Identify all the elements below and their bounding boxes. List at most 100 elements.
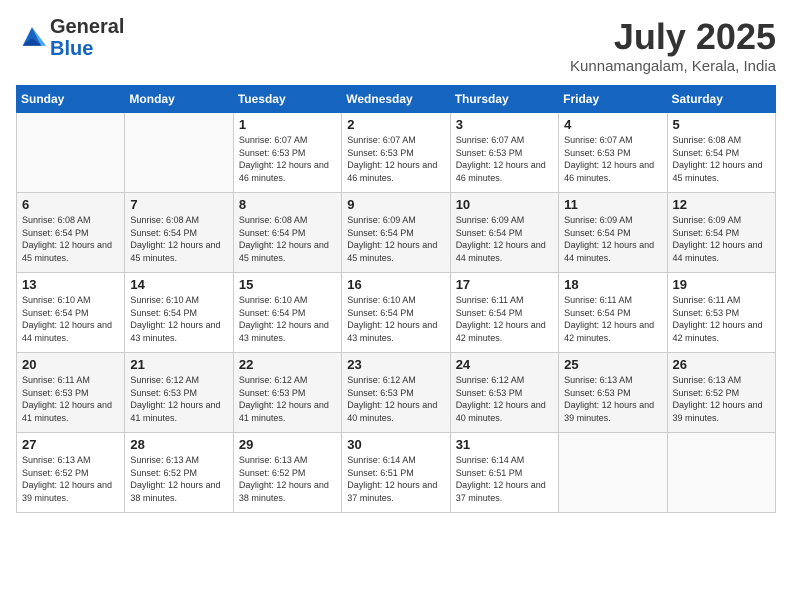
sunset: Sunset: 6:53 PM xyxy=(130,387,227,400)
sunset: Sunset: 6:53 PM xyxy=(564,147,661,160)
sunrise: Sunrise: 6:08 AM xyxy=(22,214,119,227)
daylight: Daylight: 12 hours and 43 minutes. xyxy=(239,319,336,344)
calendar-cell: 18 Sunrise: 6:11 AM Sunset: 6:54 PM Dayl… xyxy=(559,273,667,353)
day-number: 4 xyxy=(564,117,661,132)
daylight: Daylight: 12 hours and 44 minutes. xyxy=(22,319,119,344)
calendar-table: SundayMondayTuesdayWednesdayThursdayFrid… xyxy=(16,85,776,513)
calendar-cell: 12 Sunrise: 6:09 AM Sunset: 6:54 PM Dayl… xyxy=(667,193,775,273)
day-number: 8 xyxy=(239,197,336,212)
cell-content: Sunrise: 6:11 AM Sunset: 6:53 PM Dayligh… xyxy=(673,294,770,344)
cell-content: Sunrise: 6:08 AM Sunset: 6:54 PM Dayligh… xyxy=(130,214,227,264)
sunset: Sunset: 6:54 PM xyxy=(347,227,444,240)
cell-content: Sunrise: 6:14 AM Sunset: 6:51 PM Dayligh… xyxy=(456,454,553,504)
day-number: 10 xyxy=(456,197,553,212)
sunrise: Sunrise: 6:08 AM xyxy=(239,214,336,227)
calendar-cell xyxy=(559,433,667,513)
sunset: Sunset: 6:54 PM xyxy=(22,307,119,320)
weekday-header: Sunday xyxy=(17,86,125,113)
weekday-header: Monday xyxy=(125,86,233,113)
day-number: 17 xyxy=(456,277,553,292)
sunrise: Sunrise: 6:11 AM xyxy=(456,294,553,307)
sunrise: Sunrise: 6:12 AM xyxy=(239,374,336,387)
day-number: 1 xyxy=(239,117,336,132)
daylight: Daylight: 12 hours and 43 minutes. xyxy=(347,319,444,344)
day-number: 16 xyxy=(347,277,444,292)
cell-content: Sunrise: 6:09 AM Sunset: 6:54 PM Dayligh… xyxy=(673,214,770,264)
calendar-cell: 27 Sunrise: 6:13 AM Sunset: 6:52 PM Dayl… xyxy=(17,433,125,513)
day-number: 2 xyxy=(347,117,444,132)
calendar-cell: 30 Sunrise: 6:14 AM Sunset: 6:51 PM Dayl… xyxy=(342,433,450,513)
sunset: Sunset: 6:54 PM xyxy=(564,227,661,240)
calendar-cell xyxy=(17,113,125,193)
sunset: Sunset: 6:54 PM xyxy=(130,307,227,320)
day-number: 28 xyxy=(130,437,227,452)
sunset: Sunset: 6:53 PM xyxy=(347,147,444,160)
sunrise: Sunrise: 6:08 AM xyxy=(130,214,227,227)
sunrise: Sunrise: 6:14 AM xyxy=(347,454,444,467)
sunset: Sunset: 6:52 PM xyxy=(22,467,119,480)
logo-line2: Blue xyxy=(50,38,124,60)
calendar-cell: 13 Sunrise: 6:10 AM Sunset: 6:54 PM Dayl… xyxy=(17,273,125,353)
daylight: Daylight: 12 hours and 46 minutes. xyxy=(456,159,553,184)
daylight: Daylight: 12 hours and 39 minutes. xyxy=(564,399,661,424)
sunrise: Sunrise: 6:11 AM xyxy=(564,294,661,307)
daylight: Daylight: 12 hours and 44 minutes. xyxy=(673,239,770,264)
sunrise: Sunrise: 6:10 AM xyxy=(22,294,119,307)
cell-content: Sunrise: 6:10 AM Sunset: 6:54 PM Dayligh… xyxy=(347,294,444,344)
daylight: Daylight: 12 hours and 45 minutes. xyxy=(673,159,770,184)
calendar-cell: 31 Sunrise: 6:14 AM Sunset: 6:51 PM Dayl… xyxy=(450,433,558,513)
cell-content: Sunrise: 6:10 AM Sunset: 6:54 PM Dayligh… xyxy=(130,294,227,344)
logo-line1: General xyxy=(50,16,124,38)
sunset: Sunset: 6:52 PM xyxy=(239,467,336,480)
sunset: Sunset: 6:53 PM xyxy=(564,387,661,400)
day-number: 20 xyxy=(22,357,119,372)
daylight: Daylight: 12 hours and 41 minutes. xyxy=(130,399,227,424)
daylight: Daylight: 12 hours and 37 minutes. xyxy=(456,479,553,504)
calendar-cell: 4 Sunrise: 6:07 AM Sunset: 6:53 PM Dayli… xyxy=(559,113,667,193)
sunrise: Sunrise: 6:10 AM xyxy=(347,294,444,307)
day-number: 15 xyxy=(239,277,336,292)
daylight: Daylight: 12 hours and 40 minutes. xyxy=(456,399,553,424)
cell-content: Sunrise: 6:10 AM Sunset: 6:54 PM Dayligh… xyxy=(239,294,336,344)
day-number: 30 xyxy=(347,437,444,452)
sunrise: Sunrise: 6:10 AM xyxy=(130,294,227,307)
day-number: 27 xyxy=(22,437,119,452)
calendar-cell: 2 Sunrise: 6:07 AM Sunset: 6:53 PM Dayli… xyxy=(342,113,450,193)
daylight: Daylight: 12 hours and 39 minutes. xyxy=(673,399,770,424)
sunset: Sunset: 6:53 PM xyxy=(673,307,770,320)
day-number: 23 xyxy=(347,357,444,372)
sunset: Sunset: 6:54 PM xyxy=(564,307,661,320)
calendar-week-row: 1 Sunrise: 6:07 AM Sunset: 6:53 PM Dayli… xyxy=(17,113,776,193)
cell-content: Sunrise: 6:13 AM Sunset: 6:52 PM Dayligh… xyxy=(130,454,227,504)
cell-content: Sunrise: 6:09 AM Sunset: 6:54 PM Dayligh… xyxy=(456,214,553,264)
day-number: 31 xyxy=(456,437,553,452)
sunrise: Sunrise: 6:07 AM xyxy=(347,134,444,147)
sunrise: Sunrise: 6:08 AM xyxy=(673,134,770,147)
sunset: Sunset: 6:54 PM xyxy=(456,227,553,240)
calendar-week-row: 20 Sunrise: 6:11 AM Sunset: 6:53 PM Dayl… xyxy=(17,353,776,433)
day-number: 21 xyxy=(130,357,227,372)
sunrise: Sunrise: 6:12 AM xyxy=(130,374,227,387)
calendar-cell xyxy=(667,433,775,513)
daylight: Daylight: 12 hours and 37 minutes. xyxy=(347,479,444,504)
sunrise: Sunrise: 6:09 AM xyxy=(564,214,661,227)
cell-content: Sunrise: 6:07 AM Sunset: 6:53 PM Dayligh… xyxy=(239,134,336,184)
cell-content: Sunrise: 6:13 AM Sunset: 6:52 PM Dayligh… xyxy=(22,454,119,504)
sunset: Sunset: 6:53 PM xyxy=(456,387,553,400)
cell-content: Sunrise: 6:10 AM Sunset: 6:54 PM Dayligh… xyxy=(22,294,119,344)
weekday-header-row: SundayMondayTuesdayWednesdayThursdayFrid… xyxy=(17,86,776,113)
calendar-cell: 5 Sunrise: 6:08 AM Sunset: 6:54 PM Dayli… xyxy=(667,113,775,193)
calendar-cell: 19 Sunrise: 6:11 AM Sunset: 6:53 PM Dayl… xyxy=(667,273,775,353)
cell-content: Sunrise: 6:11 AM Sunset: 6:54 PM Dayligh… xyxy=(456,294,553,344)
daylight: Daylight: 12 hours and 38 minutes. xyxy=(239,479,336,504)
daylight: Daylight: 12 hours and 44 minutes. xyxy=(456,239,553,264)
day-number: 5 xyxy=(673,117,770,132)
cell-content: Sunrise: 6:07 AM Sunset: 6:53 PM Dayligh… xyxy=(456,134,553,184)
calendar-cell: 22 Sunrise: 6:12 AM Sunset: 6:53 PM Dayl… xyxy=(233,353,341,433)
daylight: Daylight: 12 hours and 46 minutes. xyxy=(347,159,444,184)
sunrise: Sunrise: 6:13 AM xyxy=(22,454,119,467)
weekday-header: Friday xyxy=(559,86,667,113)
sunrise: Sunrise: 6:13 AM xyxy=(564,374,661,387)
sunset: Sunset: 6:54 PM xyxy=(347,307,444,320)
daylight: Daylight: 12 hours and 42 minutes. xyxy=(673,319,770,344)
